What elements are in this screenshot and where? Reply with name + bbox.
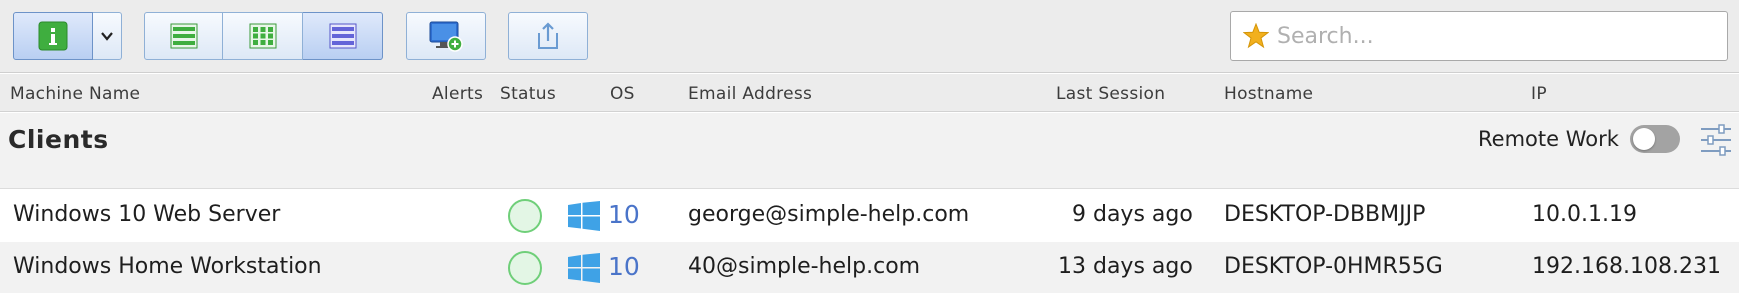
machine-row[interactable]: Windows Home Workstation 10 40@simple-he… bbox=[0, 242, 1739, 293]
column-email[interactable]: Email Address bbox=[688, 84, 812, 104]
detail-view-icon bbox=[329, 23, 356, 49]
email-address: george@simple-help.com bbox=[688, 202, 970, 227]
remote-work-label: Remote Work bbox=[1478, 127, 1619, 151]
os-version: 10 bbox=[608, 200, 640, 229]
add-machine-button[interactable] bbox=[406, 12, 486, 60]
email-address: 40@simple-help.com bbox=[688, 254, 921, 279]
list-view-icon bbox=[170, 23, 197, 49]
column-hostname[interactable]: Hostname bbox=[1224, 84, 1313, 104]
machine-row[interactable]: Windows 10 Web Server 10 george@simple-h… bbox=[0, 190, 1739, 242]
grid-view-button[interactable] bbox=[223, 12, 303, 60]
column-alerts[interactable]: Alerts bbox=[432, 84, 483, 104]
column-last-session[interactable]: Last Session bbox=[1056, 84, 1165, 104]
hostname: DESKTOP-DBBMJJP bbox=[1224, 202, 1426, 227]
export-icon bbox=[538, 22, 558, 49]
info-dropdown-button[interactable] bbox=[93, 12, 122, 60]
os-version: 10 bbox=[608, 252, 640, 281]
remote-work-toggle[interactable] bbox=[1630, 125, 1680, 153]
chevron-down-icon bbox=[101, 32, 113, 41]
windows-logo-icon bbox=[568, 201, 600, 231]
last-session: 9 days ago bbox=[1072, 202, 1193, 227]
monitor-add-icon bbox=[429, 21, 463, 52]
ip-address: 10.0.1.19 bbox=[1532, 202, 1637, 227]
info-button[interactable] bbox=[13, 12, 93, 60]
search-box[interactable] bbox=[1230, 11, 1728, 61]
column-status[interactable]: Status bbox=[500, 84, 556, 104]
status-online-icon bbox=[508, 199, 542, 233]
machine-name: Windows Home Workstation bbox=[13, 254, 322, 279]
last-session: 13 days ago bbox=[1058, 254, 1193, 279]
toggle-knob bbox=[1633, 128, 1655, 150]
machine-name: Windows 10 Web Server bbox=[13, 202, 281, 227]
star-icon[interactable] bbox=[1241, 21, 1271, 51]
toolbar bbox=[0, 0, 1739, 73]
export-button[interactable] bbox=[508, 12, 588, 60]
list-view-button[interactable] bbox=[144, 12, 223, 60]
column-os[interactable]: OS bbox=[610, 84, 635, 104]
ip-address: 192.168.108.231 bbox=[1532, 254, 1721, 279]
column-ip[interactable]: IP bbox=[1531, 84, 1547, 104]
hostname: DESKTOP-0HMR55G bbox=[1224, 254, 1443, 279]
detail-view-button[interactable] bbox=[303, 12, 383, 60]
info-icon bbox=[38, 21, 68, 51]
column-machine-name[interactable]: Machine Name bbox=[10, 84, 140, 104]
group-header[interactable]: Clients Remote Work bbox=[0, 113, 1739, 189]
grid-view-icon bbox=[249, 23, 276, 49]
settings-sliders-icon[interactable] bbox=[1700, 123, 1732, 157]
group-title: Clients bbox=[8, 125, 109, 154]
search-input[interactable] bbox=[1277, 23, 1717, 49]
windows-logo-icon bbox=[568, 253, 600, 283]
column-header: Machine Name Alerts Status OS Email Addr… bbox=[0, 74, 1739, 112]
status-online-icon bbox=[508, 251, 542, 285]
